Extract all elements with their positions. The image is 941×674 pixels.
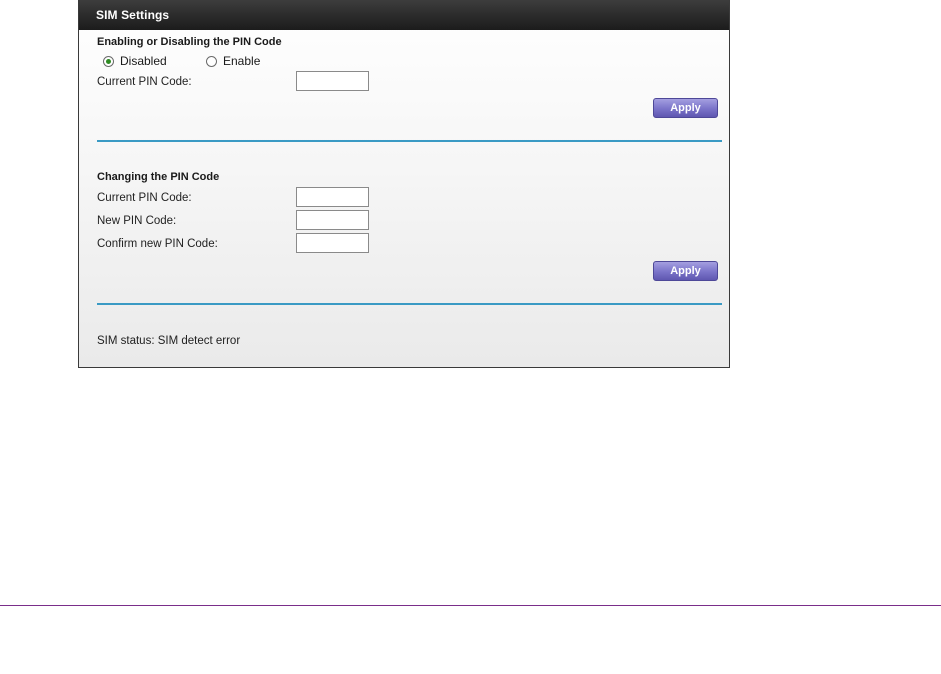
section-divider <box>97 140 722 142</box>
new-pin-input[interactable] <box>296 210 369 230</box>
enable-pin-heading: Enabling or Disabling the PIN Code <box>97 36 282 48</box>
change-current-pin-input[interactable] <box>296 187 369 207</box>
section-divider <box>97 303 722 305</box>
change-current-pin-label: Current PIN Code: <box>97 192 192 204</box>
panel-title: SIM Settings <box>96 8 170 22</box>
confirm-pin-input[interactable] <box>296 233 369 253</box>
radio-enable[interactable]: Enable <box>206 54 260 68</box>
apply-enable-button[interactable]: Apply <box>653 98 718 118</box>
radio-disabled-label: Disabled <box>120 54 167 68</box>
radio-checked-icon[interactable] <box>103 55 114 67</box>
confirm-pin-label: Confirm new PIN Code: <box>97 238 218 250</box>
sim-settings-panel: SIM Settings Enabling or Disabling the P… <box>78 0 730 368</box>
radio-disabled[interactable]: Disabled <box>103 54 167 68</box>
current-pin-input[interactable] <box>296 71 369 91</box>
current-pin-label: Current PIN Code: <box>97 76 192 88</box>
change-pin-heading: Changing the PIN Code <box>97 171 220 183</box>
sim-status-text: SIM status: SIM detect error <box>97 335 241 347</box>
radio-enable-label: Enable <box>223 54 261 68</box>
page-footer-rule <box>0 605 941 606</box>
radio-unchecked-icon[interactable] <box>206 55 217 67</box>
panel-titlebar: SIM Settings <box>79 0 729 30</box>
new-pin-label: New PIN Code: <box>97 215 177 227</box>
apply-change-button[interactable]: Apply <box>653 261 718 281</box>
